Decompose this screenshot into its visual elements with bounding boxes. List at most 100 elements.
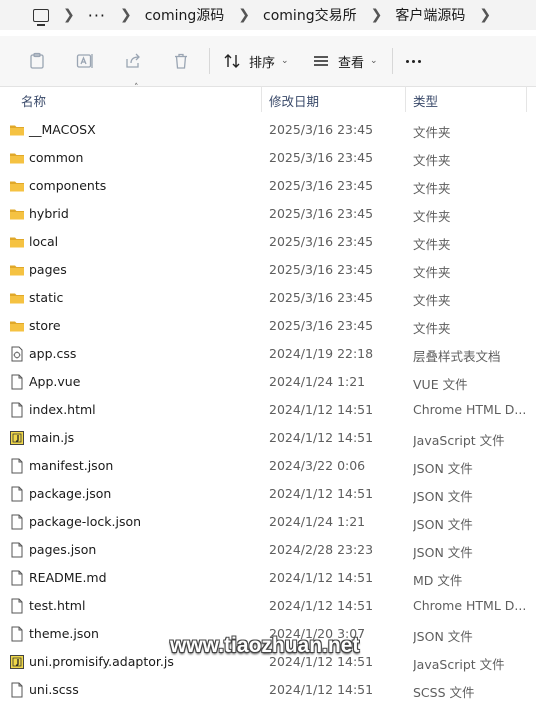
file-type: 文件夹 — [413, 321, 451, 336]
file-name: pages.json — [29, 542, 97, 557]
javascript-file-icon — [9, 654, 25, 670]
sort-button[interactable]: 排序 ⌄ — [223, 50, 289, 72]
chevron-right-icon[interactable]: ❯ — [63, 7, 75, 23]
file-row[interactable]: app.css 2024/1/19 22:18 层叠样式表文档 — [0, 340, 536, 368]
file-modified-date: 2025/3/16 23:45 — [269, 178, 374, 193]
file-modified-date: 2025/3/16 23:45 — [269, 290, 374, 305]
file-name: theme.json — [29, 626, 99, 641]
share-icon[interactable] — [124, 52, 142, 70]
folder-icon — [9, 318, 25, 334]
file-row[interactable]: pages 2025/3/16 23:45 文件夹 — [0, 256, 536, 284]
column-resize-handle[interactable] — [526, 86, 527, 112]
chevron-right-icon[interactable]: ❯ — [479, 7, 491, 23]
address-breadcrumb-bar: ❯ ··· ❯ coming源码 ❯ coming交易所 ❯ 客户端源码 ❯ — [0, 0, 536, 30]
file-name: components — [29, 178, 107, 193]
file-name: hybrid — [29, 206, 69, 221]
file-row[interactable]: pages.json 2024/2/28 23:23 JSON 文件 — [0, 536, 536, 564]
javascript-file-icon — [9, 430, 25, 446]
stylesheet-file-icon — [9, 346, 25, 362]
folder-icon — [9, 150, 25, 166]
file-icon — [9, 514, 25, 530]
breadcrumb-item-client-source[interactable]: 客户端源码 — [395, 5, 465, 25]
file-row[interactable]: static 2025/3/16 23:45 文件夹 — [0, 284, 536, 312]
breadcrumb-item-coming-exchange[interactable]: coming交易所 — [263, 5, 357, 25]
file-type: MD 文件 — [413, 573, 463, 588]
file-row[interactable]: package-lock.json 2024/1/24 1:21 JSON 文件 — [0, 508, 536, 536]
file-icon — [9, 374, 25, 390]
file-row[interactable]: manifest.json 2024/3/22 0:06 JSON 文件 — [0, 452, 536, 480]
file-name: local — [29, 234, 59, 249]
sort-ascending-icon: ˄ — [134, 83, 139, 93]
file-name: manifest.json — [29, 458, 114, 473]
file-type: Chrome HTML D... — [413, 598, 527, 613]
file-name: test.html — [29, 598, 86, 613]
file-row[interactable]: uni.scss 2024/1/12 14:51 SCSS 文件 — [0, 676, 536, 704]
paste-icon[interactable] — [28, 52, 46, 70]
file-row[interactable]: __MACOSX 2025/3/16 23:45 文件夹 — [0, 116, 536, 144]
column-header-date[interactable]: 修改日期 — [269, 91, 319, 110]
file-modified-date: 2024/1/12 14:51 — [269, 570, 374, 585]
file-type: JSON 文件 — [413, 545, 473, 560]
file-type: JSON 文件 — [413, 489, 473, 504]
file-icon — [9, 402, 25, 418]
view-list-icon — [312, 52, 330, 70]
file-name: package-lock.json — [29, 514, 142, 529]
column-resize-handle[interactable] — [261, 86, 262, 112]
delete-icon[interactable] — [172, 52, 190, 70]
file-modified-date: 2025/3/16 23:45 — [269, 206, 374, 221]
file-type: JSON 文件 — [413, 461, 473, 476]
file-type: 文件夹 — [413, 181, 451, 196]
file-type: SCSS 文件 — [413, 685, 475, 700]
column-header-name[interactable]: 名称 — [21, 91, 46, 110]
file-type: VUE 文件 — [413, 377, 468, 392]
file-icon — [9, 486, 25, 502]
file-row[interactable]: App.vue 2024/1/24 1:21 VUE 文件 — [0, 368, 536, 396]
chevron-right-icon[interactable]: ❯ — [238, 7, 250, 23]
this-pc-icon[interactable] — [33, 8, 49, 26]
file-row[interactable]: main.js 2024/1/12 14:51 JavaScript 文件 — [0, 424, 536, 452]
sort-button-label: 排序 — [249, 55, 276, 71]
file-list: __MACOSX 2025/3/16 23:45 文件夹 common 2025/3/1… — [0, 116, 536, 704]
file-row[interactable]: local 2025/3/16 23:45 文件夹 — [0, 228, 536, 256]
command-bar: 排序 ⌄ 查看 ⌄ — [0, 36, 536, 87]
file-row[interactable]: README.md 2024/1/12 14:51 MD 文件 — [0, 564, 536, 592]
more-options-icon[interactable] — [406, 60, 421, 63]
file-name: __MACOSX — [29, 122, 96, 137]
rename-icon[interactable] — [76, 52, 94, 70]
file-row[interactable]: common 2025/3/16 23:45 文件夹 — [0, 144, 536, 172]
watermark: www.tiaozhuan.net — [170, 634, 360, 657]
folder-icon — [9, 206, 25, 222]
file-name: package.json — [29, 486, 112, 501]
file-modified-date: 2025/3/16 23:45 — [269, 150, 374, 165]
file-row[interactable]: package.json 2024/1/12 14:51 JSON 文件 — [0, 480, 536, 508]
file-name: app.css — [29, 346, 77, 361]
breadcrumb-item-coming-source[interactable]: coming源码 — [145, 5, 225, 25]
file-modified-date: 2024/1/12 14:51 — [269, 486, 374, 501]
chevron-down-icon: ⌄ — [370, 56, 378, 66]
file-row[interactable]: store 2025/3/16 23:45 文件夹 — [0, 312, 536, 340]
file-type: 文件夹 — [413, 153, 451, 168]
view-button[interactable]: 查看 ⌄ — [312, 50, 378, 72]
file-row[interactable]: test.html 2024/1/12 14:51 Chrome HTML D... — [0, 592, 536, 620]
breadcrumb-overflow-button[interactable]: ··· — [88, 6, 106, 25]
file-row[interactable]: hybrid 2025/3/16 23:45 文件夹 — [0, 200, 536, 228]
file-row[interactable]: index.html 2024/1/12 14:51 Chrome HTML D..… — [0, 396, 536, 424]
file-modified-date: 2025/3/16 23:45 — [269, 262, 374, 277]
file-icon — [9, 682, 25, 698]
file-type: 文件夹 — [413, 209, 451, 224]
column-resize-handle[interactable] — [405, 86, 406, 112]
chevron-right-icon[interactable]: ❯ — [371, 7, 383, 23]
file-name: store — [29, 318, 61, 333]
file-modified-date: 2024/3/22 0:06 — [269, 458, 366, 473]
file-name: static — [29, 290, 64, 305]
column-header-type[interactable]: 类型 — [413, 91, 438, 110]
file-modified-date: 2024/1/12 14:51 — [269, 430, 374, 445]
file-type: 文件夹 — [413, 125, 451, 140]
file-type: 文件夹 — [413, 237, 451, 252]
file-modified-date: 2024/1/19 22:18 — [269, 346, 374, 361]
chevron-right-icon[interactable]: ❯ — [120, 7, 132, 23]
file-modified-date: 2024/1/12 14:51 — [269, 682, 374, 697]
file-modified-date: 2025/3/16 23:45 — [269, 234, 374, 249]
file-modified-date: 2024/1/24 1:21 — [269, 374, 366, 389]
file-row[interactable]: components 2025/3/16 23:45 文件夹 — [0, 172, 536, 200]
